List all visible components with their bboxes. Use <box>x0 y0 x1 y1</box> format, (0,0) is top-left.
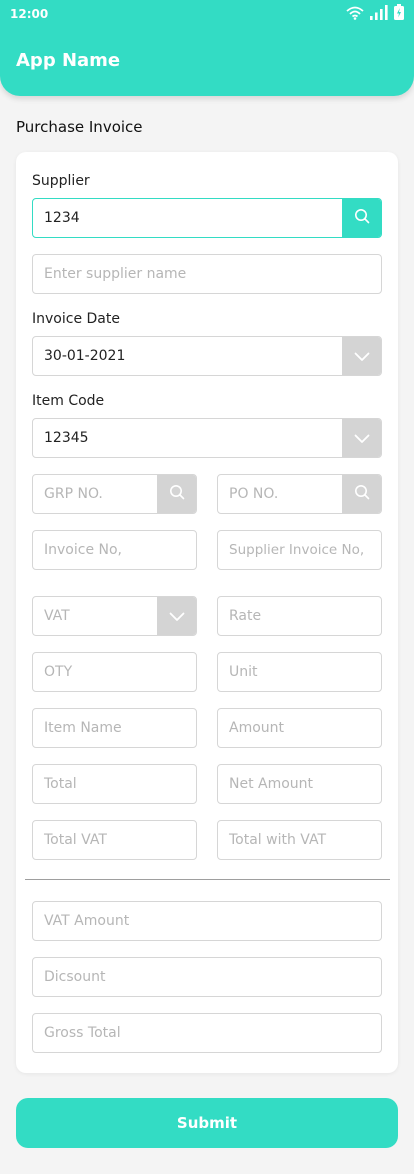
item-code-select[interactable]: 12345 <box>32 418 382 458</box>
status-icons <box>346 4 404 24</box>
supplier-name-placeholder: Enter supplier name <box>44 266 187 282</box>
amount-field[interactable]: Amount <box>217 708 382 748</box>
total-vat-placeholder: Total VAT <box>44 832 107 848</box>
rate-placeholder: Rate <box>229 608 262 624</box>
app-title: App Name <box>16 50 121 71</box>
vat-amount-field[interactable]: VAT Amount <box>32 901 382 941</box>
signal-icon <box>370 4 388 24</box>
gross-total-field[interactable]: Gross Total <box>32 1013 382 1053</box>
app-header: 12:00 App Name <box>0 0 414 96</box>
search-icon <box>169 484 185 504</box>
supplier-search-button[interactable] <box>342 199 381 237</box>
invoice-date-select[interactable]: 30-01-2021 <box>32 336 382 376</box>
supplier-field[interactable]: 1234 <box>32 198 382 238</box>
submit-button[interactable]: Submit <box>16 1098 398 1148</box>
vat-select[interactable]: VAT <box>32 596 197 636</box>
item-code-label: Item Code <box>32 393 105 409</box>
qty-placeholder: OTY <box>44 664 73 680</box>
item-code-dropdown-button[interactable] <box>342 419 381 457</box>
wifi-icon <box>346 5 364 24</box>
grp-no-field[interactable]: GRP NO. <box>32 474 197 514</box>
status-bar: 12:00 <box>0 0 414 30</box>
supplier-invoice-no-placeholder: Supplier Invoice No, <box>229 542 365 558</box>
grp-no-search-button[interactable] <box>157 475 196 513</box>
po-no-search-button[interactable] <box>342 475 381 513</box>
total-with-vat-placeholder: Total with VAT <box>229 832 327 848</box>
net-amount-field[interactable]: Net Amount <box>217 764 382 804</box>
supplier-label: Supplier <box>32 173 90 189</box>
total-vat-field[interactable]: Total VAT <box>32 820 197 860</box>
qty-field[interactable]: OTY <box>32 652 197 692</box>
page-title: Purchase Invoice <box>16 118 143 136</box>
invoice-no-placeholder: Invoice No, <box>44 542 122 558</box>
unit-placeholder: Unit <box>229 664 258 680</box>
search-icon <box>354 484 370 504</box>
chevron-down-icon <box>354 347 370 366</box>
total-field[interactable]: Total <box>32 764 197 804</box>
item-code-value: 12345 <box>44 430 89 446</box>
amount-placeholder: Amount <box>229 720 285 736</box>
invoice-form-card: Supplier 1234 Enter supplier name Invoic… <box>16 152 398 1073</box>
vat-dropdown-button[interactable] <box>157 597 196 635</box>
unit-field[interactable]: Unit <box>217 652 382 692</box>
supplier-value: 1234 <box>44 210 80 226</box>
po-no-placeholder: PO NO. <box>229 486 279 502</box>
grp-no-placeholder: GRP NO. <box>44 486 103 502</box>
vat-placeholder: VAT <box>44 608 70 624</box>
supplier-name-field[interactable]: Enter supplier name <box>32 254 382 294</box>
invoice-date-label: Invoice Date <box>32 311 120 327</box>
invoice-date-dropdown-button[interactable] <box>342 337 381 375</box>
total-with-vat-field[interactable]: Total with VAT <box>217 820 382 860</box>
status-time: 12:00 <box>10 7 49 21</box>
discount-field[interactable]: Dicsount <box>32 957 382 997</box>
invoice-date-value: 30-01-2021 <box>44 348 126 364</box>
invoice-no-field[interactable]: Invoice No, <box>32 530 197 570</box>
vat-amount-placeholder: VAT Amount <box>44 913 130 929</box>
chevron-down-icon <box>169 607 185 626</box>
po-no-field[interactable]: PO NO. <box>217 474 382 514</box>
discount-placeholder: Dicsount <box>44 969 106 985</box>
total-placeholder: Total <box>44 776 77 792</box>
net-amount-placeholder: Net Amount <box>229 776 314 792</box>
rate-field[interactable]: Rate <box>217 596 382 636</box>
item-name-placeholder: Item Name <box>44 720 122 736</box>
supplier-invoice-no-field[interactable]: Supplier Invoice No, <box>217 530 382 570</box>
chevron-down-icon <box>354 429 370 448</box>
item-name-field[interactable]: Item Name <box>32 708 197 748</box>
gross-total-placeholder: Gross Total <box>44 1025 121 1041</box>
search-icon <box>354 208 370 228</box>
battery-icon <box>394 4 404 24</box>
divider <box>25 879 390 880</box>
